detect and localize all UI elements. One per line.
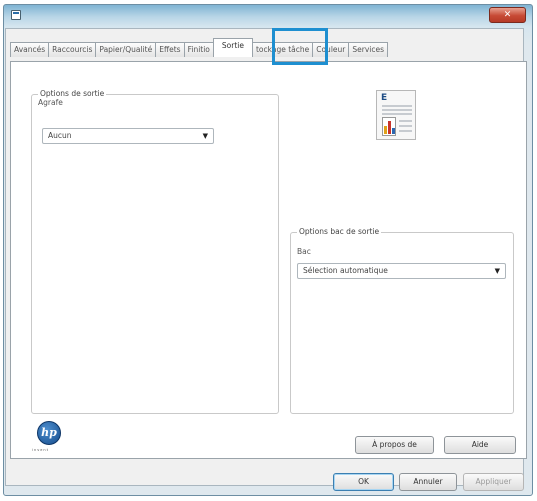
output-options-title: Options de sortie (38, 89, 107, 98)
hp-logo: hp (37, 421, 61, 445)
tab-advanced[interactable]: Avancés (10, 42, 50, 57)
dropdown-arrow-icon: ▼ (202, 132, 208, 140)
tab-paper-quality[interactable]: Papier/Qualité (95, 42, 157, 57)
page-preview-icon: E (376, 90, 416, 140)
tab-finishing[interactable]: Finitio (183, 42, 214, 57)
title-bar[interactable]: ✕ (4, 5, 532, 27)
dropdown-arrow-icon: ▼ (494, 267, 500, 275)
stapler-value: Aucun (48, 131, 72, 140)
tab-shortcuts[interactable]: Raccourcis (48, 42, 97, 57)
printer-app-icon (11, 10, 21, 20)
bin-dropdown[interactable]: Sélection automatique ▼ (297, 263, 506, 279)
tab-highlight-frame (272, 28, 328, 65)
tab-output[interactable]: Sortie (212, 38, 253, 57)
stapler-label: Agrafe (38, 98, 63, 107)
cancel-button[interactable]: Annuler (399, 473, 457, 491)
preview-chart-icon (382, 117, 396, 136)
tab-effects[interactable]: Effets (155, 42, 185, 57)
preview-letter: E (381, 93, 388, 103)
output-bin-title: Options bac de sortie (297, 227, 382, 236)
apply-button[interactable]: Appliquer (463, 473, 524, 491)
ok-button[interactable]: OK (333, 473, 394, 491)
close-button[interactable]: ✕ (489, 7, 526, 23)
about-button[interactable]: À propos de (355, 436, 434, 454)
hp-tagline: invent (32, 448, 50, 452)
stapler-dropdown[interactable]: Aucun ▼ (42, 128, 214, 144)
help-button[interactable]: Aide (444, 436, 516, 454)
tab-strip: Avancés Raccourcis Papier/Qualité Effets Fin… (10, 38, 388, 57)
bin-label: Bac (297, 247, 311, 256)
bin-value: Sélection automatique (303, 266, 388, 275)
output-bin-group: Options bac de sortie (290, 227, 514, 414)
tab-services[interactable]: Services (348, 42, 388, 57)
